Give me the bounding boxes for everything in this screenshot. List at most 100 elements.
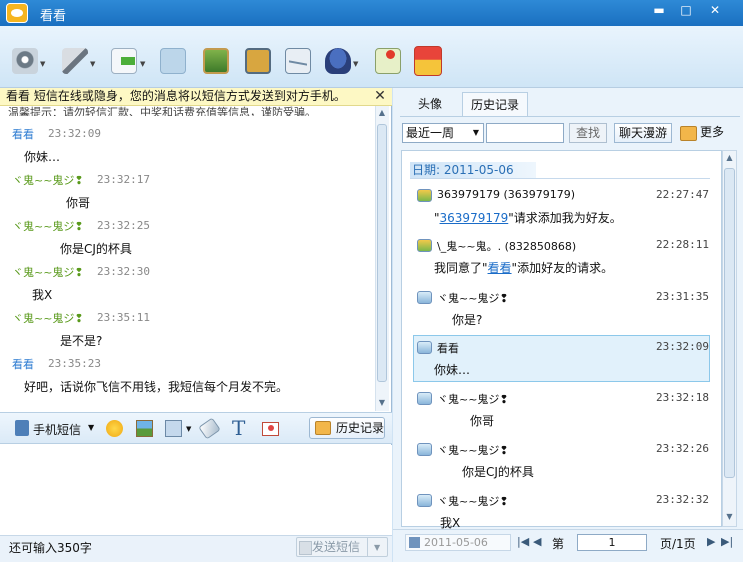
sms-mode-icon[interactable] — [15, 420, 29, 436]
send-sms-button[interactable]: 发送短信 ▼ — [296, 537, 388, 557]
chat-message-icon — [417, 392, 432, 405]
next-page-icon[interactable]: ▶ — [707, 535, 715, 548]
picture-frame-icon[interactable] — [203, 48, 229, 74]
message-text: 你是CJ的杯具 — [60, 242, 132, 256]
chat-message-icon — [417, 494, 432, 507]
history-icon — [315, 421, 331, 435]
record-text-prefix: 我同意了" — [434, 261, 488, 275]
prev-page-icon[interactable]: ◀ — [533, 535, 541, 548]
page-prefix: 第 — [552, 537, 565, 551]
record-sender: 363979179 (363979179) — [437, 188, 576, 201]
message-time: 23:35:23 — [48, 357, 101, 370]
message-text: 好吧，话说你飞信不用钱，我短信每个月发不完。 — [24, 380, 289, 394]
mobile-icon[interactable] — [245, 48, 271, 74]
microphone-dropdown-icon[interactable]: ▼ — [90, 60, 95, 68]
chat-message-icon — [417, 443, 432, 456]
title-bar — [0, 0, 743, 26]
history-button-label: 历史记录 — [336, 421, 385, 435]
record-text: "363979179"请求添加我为好友。 — [434, 209, 622, 226]
message-time: 23:32:25 — [97, 219, 150, 232]
more-icon — [680, 126, 697, 141]
email-icon[interactable] — [285, 48, 311, 74]
message-sender: 看看 — [12, 358, 34, 371]
find-button[interactable]: 查找 — [569, 123, 607, 143]
history-search-input[interactable] — [486, 123, 564, 143]
webcam-dropdown-icon[interactable]: ▼ — [40, 60, 45, 68]
record-sender: \_鬼~~鬼。. (832850868) — [437, 240, 577, 253]
record-link[interactable]: 看看 — [488, 261, 512, 275]
scroll-down-icon[interactable]: ▼ — [377, 398, 387, 410]
message-sender: ヾ鬼~~鬼ジ❢ — [12, 266, 84, 279]
date-picker-value: 2011-05-06 — [424, 536, 488, 549]
record-time: 23:32:09 — [656, 340, 709, 353]
record-text-suffix: "请求添加我为好友。 — [508, 211, 622, 225]
emoticon-icon[interactable] — [106, 420, 123, 437]
webcam-icon[interactable] — [12, 48, 38, 74]
app-logo-icon — [6, 3, 28, 23]
message-input[interactable] — [0, 445, 392, 535]
send-options-icon[interactable]: ▼ — [374, 539, 380, 557]
tab-history[interactable]: 历史记录 — [462, 92, 528, 116]
microphone-icon[interactable] — [62, 48, 88, 74]
file-transfer-icon[interactable] — [111, 48, 137, 74]
first-page-icon[interactable]: |◀ — [517, 535, 529, 548]
history-scroll-down-icon[interactable]: ▼ — [724, 512, 735, 524]
tab-avatar[interactable]: 头像 — [405, 92, 455, 116]
record-time: 23:31:35 — [656, 290, 709, 303]
font-style-icon[interactable]: T — [232, 416, 245, 440]
remaining-chars: 还可输入350字 — [9, 541, 92, 555]
send-sms-label: 发送短信 — [312, 540, 361, 554]
chat-roaming-button[interactable]: 聊天漫游 — [614, 123, 672, 143]
message-time: 23:35:11 — [97, 311, 150, 324]
chat-message-icon — [417, 341, 432, 354]
more-button[interactable]: 更多 — [676, 123, 738, 143]
message-time: 23:32:30 — [97, 265, 150, 278]
record-time: 23:32:18 — [656, 391, 709, 404]
record-sender: ヾ鬼~~鬼ジ❢ — [437, 292, 509, 305]
history-scroll-up-icon[interactable]: ▲ — [724, 153, 735, 165]
date-header: 日期: 2011-05-06 — [410, 162, 536, 178]
police-hat-dropdown-icon[interactable]: ▼ — [353, 60, 358, 68]
record-link[interactable]: 363979179 — [440, 211, 509, 225]
maximize-button[interactable]: □ — [675, 2, 697, 20]
record-time: 22:27:47 — [656, 188, 709, 201]
record-sender: ヾ鬼~~鬼ジ❢ — [437, 495, 509, 508]
chat-message-icon — [417, 291, 432, 304]
record-time: 23:32:26 — [656, 442, 709, 455]
record-text: 你是? — [452, 313, 483, 327]
message-text: 你妹… — [24, 150, 61, 164]
sms-mode-label[interactable]: 手机短信 — [33, 421, 81, 438]
map-icon[interactable] — [375, 48, 401, 74]
tab-divider — [400, 116, 740, 117]
sms-mode-dropdown-icon[interactable]: ▼ — [88, 423, 94, 432]
police-hat-icon[interactable] — [325, 48, 351, 74]
page-number-input[interactable]: 1 — [577, 534, 647, 551]
image-icon[interactable] — [136, 420, 153, 437]
message-text: 我X — [32, 288, 53, 302]
record-sender: ヾ鬼~~鬼ジ❢ — [437, 393, 509, 406]
history-scroll-thumb[interactable] — [724, 168, 735, 478]
minimize-button[interactable]: ▬ — [648, 2, 670, 20]
calendar-icon — [409, 537, 420, 548]
screen-share-icon[interactable] — [160, 48, 186, 74]
greeting-card-icon[interactable] — [262, 422, 279, 436]
notice-close-button[interactable]: ✕ — [372, 88, 388, 104]
screenshot-icon[interactable] — [165, 420, 182, 437]
last-page-icon[interactable]: ▶| — [721, 535, 733, 548]
date-picker[interactable]: 2011-05-06 — [405, 534, 511, 551]
message-sender: ヾ鬼~~鬼ジ❢ — [12, 312, 84, 325]
date-divider — [410, 178, 710, 179]
close-button[interactable]: ✕ — [704, 2, 726, 20]
period-dropdown-icon[interactable]: ▼ — [473, 124, 479, 142]
sms-notice: 看看 短信在线或隐身，您的消息将以短信方式发送到对方手机。 — [0, 88, 392, 106]
period-select[interactable]: 最近一周 ▼ — [402, 123, 484, 143]
chat-scroll-thumb[interactable] — [377, 124, 387, 382]
scroll-up-icon[interactable]: ▲ — [377, 108, 387, 120]
record-sender: 看看 — [437, 342, 459, 355]
gift-icon[interactable] — [414, 46, 442, 76]
record-time: 23:32:32 — [656, 493, 709, 506]
file-transfer-dropdown-icon[interactable]: ▼ — [140, 60, 145, 68]
message-sender: ヾ鬼~~鬼ジ❢ — [12, 174, 84, 187]
record-sender: ヾ鬼~~鬼ジ❢ — [437, 444, 509, 457]
screenshot-dropdown-icon[interactable]: ▼ — [186, 425, 191, 433]
